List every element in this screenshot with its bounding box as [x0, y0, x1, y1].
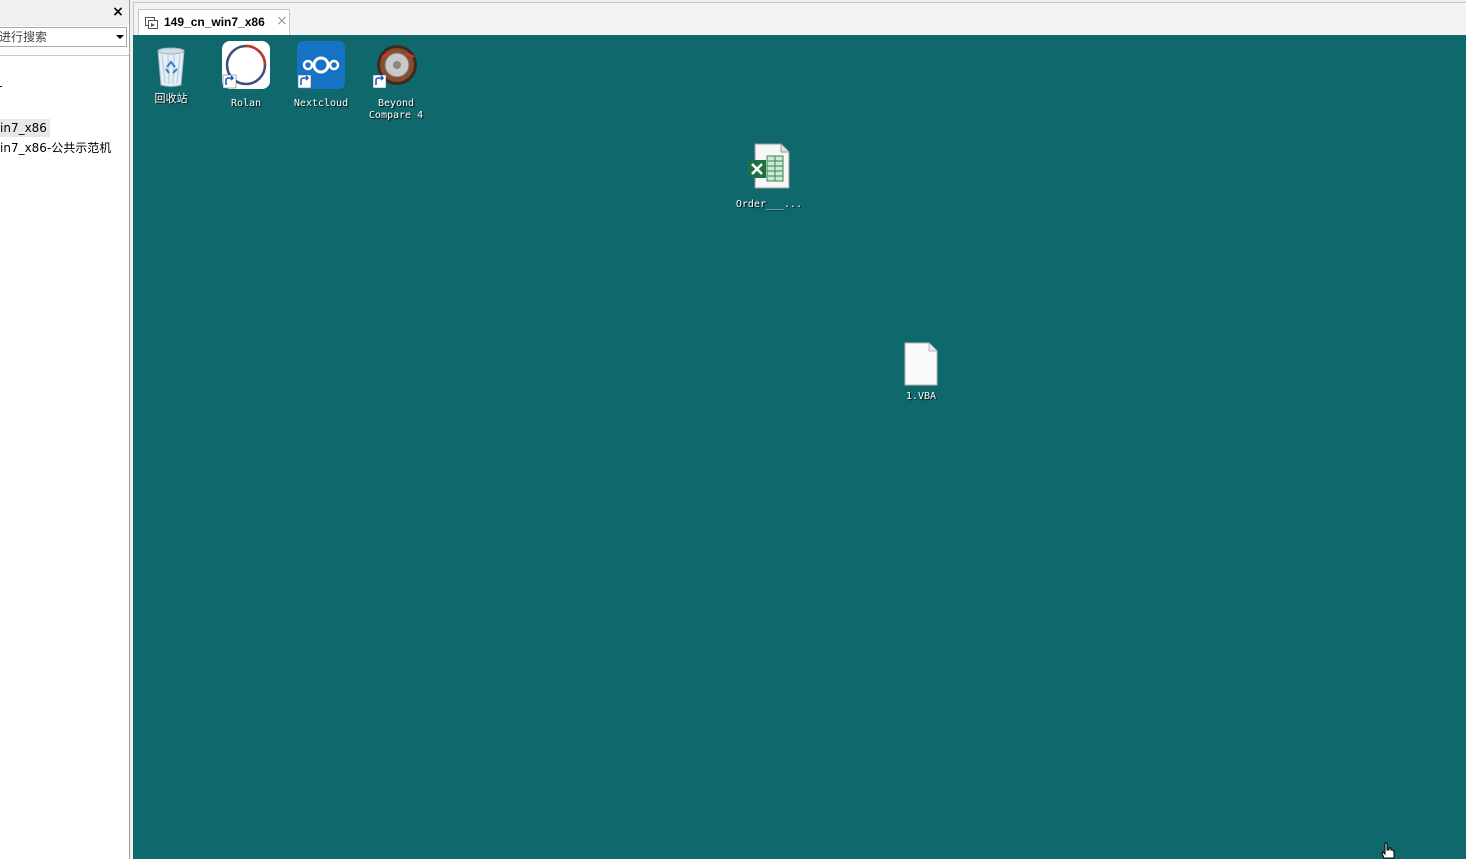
- excel-file-label: Order___...: [735, 199, 803, 210]
- rolan-label: Rolan: [230, 98, 262, 109]
- vm-desktop[interactable]: 回收站 Rolan Nextcloud Beyond Compare 4 Ord…: [133, 35, 1466, 859]
- vba-file-label: 1.VBA: [905, 391, 937, 402]
- blank-file-icon: [904, 342, 938, 386]
- desktop-icon-excel-file[interactable]: Order___...: [736, 142, 802, 210]
- recycle-bin-icon: [157, 47, 185, 87]
- desktop-icon-nextcloud[interactable]: Nextcloud: [294, 41, 348, 109]
- desktop-icon-vba-file[interactable]: 1.VBA: [897, 341, 945, 405]
- tab-vm[interactable]: 149_cn_win7_x86 ×: [138, 9, 290, 36]
- library-search-box[interactable]: 进行搜索: [0, 27, 127, 47]
- panel-divider: [0, 55, 129, 56]
- recycle-bin-label: 回收站: [154, 92, 188, 105]
- desktop-icon-rolan[interactable]: Rolan: [222, 41, 270, 109]
- tab-close-icon[interactable]: ×: [276, 13, 288, 29]
- tab-label: 149_cn_win7_x86: [164, 15, 265, 29]
- search-dropdown-icon[interactable]: [116, 35, 124, 39]
- library-search-input[interactable]: 进行搜索: [0, 28, 109, 46]
- hand-cursor-icon: [1381, 842, 1395, 859]
- tab-bar: 149_cn_win7_x86 ×: [133, 2, 1466, 36]
- beyond-compare-icon: [372, 45, 417, 89]
- library-panel: × 进行搜索 in7_x86 in7_x86-公共示范机: [0, 0, 130, 859]
- vm-tab-icon: [145, 17, 158, 29]
- rolan-icon: [222, 41, 270, 89]
- beyond-compare-label-line2: Compare 4: [368, 110, 424, 121]
- tree-item-vm-public[interactable]: in7_x86-公共示范机: [0, 139, 114, 157]
- panel-header: ×: [0, 0, 129, 26]
- tree-item-vm[interactable]: in7_x86: [0, 119, 50, 137]
- desktop-icon-recycle-bin[interactable]: 回收站: [147, 41, 195, 107]
- panel-close-icon[interactable]: ×: [111, 4, 125, 20]
- beyond-compare-label-line1: Beyond: [377, 98, 415, 109]
- excel-file-icon: [748, 143, 790, 189]
- nextcloud-icon: [297, 41, 345, 89]
- nextcloud-label: Nextcloud: [293, 98, 349, 109]
- tree-connector: [0, 86, 2, 87]
- desktop-icon-beyond-compare[interactable]: Beyond Compare 4: [369, 41, 423, 121]
